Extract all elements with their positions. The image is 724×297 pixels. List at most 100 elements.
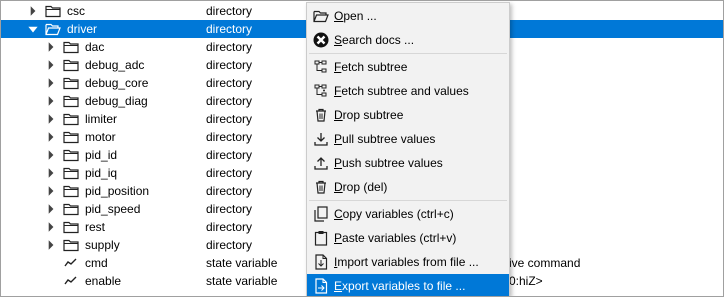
context-menu: Open ... Search docs ... Fetch subtree Fetc… (306, 2, 510, 296)
tree-row-name: limiter (85, 112, 117, 126)
menu-item-label: Paste variables (ctrl+v) (334, 231, 457, 245)
tree-row-type: directory (206, 22, 253, 36)
tree-row-type: directory (206, 220, 253, 234)
tree-row-name: pid_position (85, 184, 150, 198)
expand-toggle-icon[interactable] (45, 56, 57, 74)
tree-row-type: directory (206, 166, 253, 180)
menu-item-drop-subtree[interactable]: Drop subtree (307, 103, 509, 127)
menu-item-label: Export variables to file ... (334, 279, 466, 293)
menu-item-label: Copy variables (ctrl+c) (334, 207, 454, 221)
tree-row-type: state variable (206, 256, 278, 270)
tree-row-type: directory (206, 94, 253, 108)
trash-icon (313, 107, 329, 123)
download-icon (313, 131, 329, 147)
folder-icon (63, 75, 79, 91)
menu-item-label: Push subtree values (334, 156, 443, 170)
expand-toggle-icon[interactable] (45, 38, 57, 56)
folder-icon (63, 219, 79, 235)
tree-row-name: debug_adc (85, 58, 145, 72)
menu-item-push-subtree-values[interactable]: Push subtree values (307, 151, 509, 175)
copy-icon (313, 206, 329, 222)
tree-row-name: motor (85, 130, 116, 144)
tree-row-name: pid_id (85, 148, 118, 162)
tree-row-description: ive command (509, 256, 581, 270)
menu-item-fetch-subtree[interactable]: Fetch subtree (307, 55, 509, 79)
folder-icon (63, 237, 79, 253)
menu-item-label: Pull subtree values (334, 132, 436, 146)
tree-row-type: directory (206, 40, 253, 54)
tree-row-name: rest (85, 220, 106, 234)
folder-icon (63, 129, 79, 145)
menu-item-import-variables-from-file[interactable]: Import variables from file ... (307, 250, 509, 274)
folder-icon (63, 93, 79, 109)
folder-open-icon (313, 8, 329, 24)
menu-item-search-docs[interactable]: Search docs ... (307, 28, 509, 52)
expand-toggle-icon[interactable] (45, 164, 57, 182)
expand-toggle-icon[interactable] (45, 218, 57, 236)
folder-icon (63, 201, 79, 217)
folder-icon (63, 147, 79, 163)
menu-item-label: Import variables from file ... (334, 255, 479, 269)
paste-icon (313, 230, 329, 246)
tree-row-type: state variable (206, 274, 278, 288)
folder-icon (63, 165, 79, 181)
tree-row-type: directory (206, 130, 253, 144)
expand-toggle-icon[interactable] (45, 200, 57, 218)
variable-tree-view[interactable]: csc directory driver directory dac directory d… (0, 0, 724, 297)
tree-row-name: cmd (85, 256, 108, 270)
variable-icon (63, 273, 79, 289)
tree-row-name: pid_iq (85, 166, 118, 180)
expand-toggle-icon[interactable] (45, 110, 57, 128)
menu-item-label: Fetch subtree (334, 60, 408, 74)
tree-row-type: directory (206, 76, 253, 90)
menu-item-label: Search docs ... (334, 33, 415, 47)
menu-separator (309, 53, 507, 54)
menu-item-copy-variables-ctrl-c[interactable]: Copy variables (ctrl+c) (307, 202, 509, 226)
menu-item-pull-subtree-values[interactable]: Pull subtree values (307, 127, 509, 151)
expand-toggle-icon[interactable] (45, 182, 57, 200)
tree-row-name: driver (67, 22, 98, 36)
tree-row-type: directory (206, 238, 253, 252)
folder-icon (63, 111, 79, 127)
folder-icon (63, 39, 79, 55)
variable-icon (63, 255, 79, 271)
tree-row-name: dac (85, 40, 105, 54)
menu-item-export-variables-to-file[interactable]: Export variables to file ... (307, 274, 509, 296)
search-docs-icon (313, 32, 329, 48)
expand-toggle-icon[interactable] (45, 236, 57, 254)
menu-item-label: Fetch subtree and values (334, 84, 469, 98)
menu-item-fetch-subtree-and-values[interactable]: Fetch subtree and values (307, 79, 509, 103)
export-file-icon (313, 278, 329, 294)
tree-row-description: 0:hiZ> (509, 274, 543, 288)
menu-separator (309, 200, 507, 201)
tree-row-type: directory (206, 184, 253, 198)
menu-item-label: Open ... (334, 9, 377, 23)
expand-toggle-icon[interactable] (45, 146, 57, 164)
tree-row-name: csc (67, 4, 85, 18)
upload-icon (313, 155, 329, 171)
expand-toggle-icon[interactable] (45, 74, 57, 92)
expand-toggle-icon[interactable] (45, 128, 57, 146)
collapse-toggle-icon[interactable] (27, 20, 39, 38)
tree-row-name: debug_core (85, 76, 149, 90)
tree-row-type: directory (206, 4, 253, 18)
menu-item-open[interactable]: Open ... (307, 4, 509, 28)
tree-row-type: directory (206, 202, 253, 216)
menu-item-label: Drop subtree (334, 108, 404, 122)
tree-row-type: directory (206, 58, 253, 72)
menu-item-label: Drop (del) (334, 180, 388, 194)
tree-row-name: enable (85, 274, 122, 288)
subtree-values-icon (313, 83, 329, 99)
tree-row-type: directory (206, 148, 253, 162)
menu-item-paste-variables-ctrl-v[interactable]: Paste variables (ctrl+v) (307, 226, 509, 250)
folder-icon (45, 3, 61, 19)
expand-toggle-icon[interactable] (27, 2, 39, 20)
subtree-icon (313, 59, 329, 75)
trash-icon (313, 179, 329, 195)
tree-row-type: directory (206, 112, 253, 126)
folder-icon (63, 57, 79, 73)
menu-item-drop-del[interactable]: Drop (del) (307, 175, 509, 199)
tree-row-name: debug_diag (85, 94, 148, 108)
expand-toggle-icon[interactable] (45, 92, 57, 110)
tree-row-name: pid_speed (85, 202, 141, 216)
